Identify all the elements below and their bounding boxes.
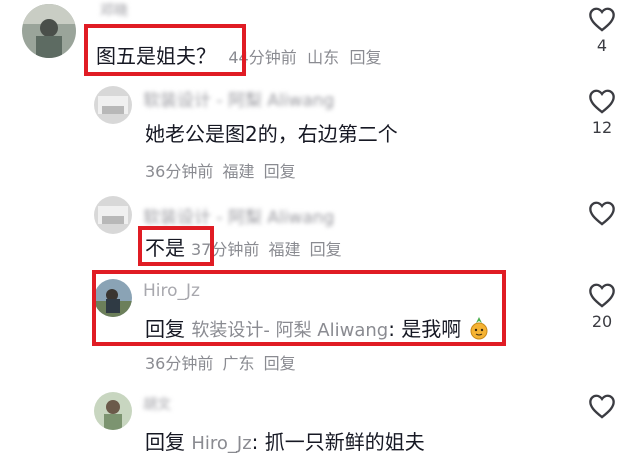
comment-location: 福建 xyxy=(268,240,301,259)
comment-time: 37分钟前 xyxy=(191,240,260,259)
like-button[interactable] xyxy=(580,393,624,423)
avatar[interactable] xyxy=(94,196,132,234)
comment-username[interactable]: 软装设计 - 阿梨 Aliwang xyxy=(143,86,334,111)
reply-prefix: 回复 xyxy=(145,430,185,454)
avatar[interactable] xyxy=(94,392,132,430)
comment-username[interactable]: 邓晓 xyxy=(100,0,128,20)
comment-time: 44分钟前 xyxy=(228,48,297,67)
reply-button[interactable]: 回复 xyxy=(264,354,296,373)
comment-time: 36分钟前 xyxy=(145,162,214,181)
like-button[interactable]: 12 xyxy=(580,88,624,137)
comment-text: 回复 Hiro_Jz: 抓一只新鲜的姐夫 xyxy=(145,426,425,455)
comment-body: : 是我啊 xyxy=(388,317,462,341)
comment-meta: 37分钟前 福建 回复 xyxy=(191,236,346,260)
comment-body: 她老公是图2的，右边第二个 xyxy=(145,122,398,146)
reply-button[interactable]: 回复 xyxy=(349,48,381,67)
avatar[interactable] xyxy=(94,86,132,124)
heart-icon xyxy=(589,201,615,226)
avatar[interactable] xyxy=(22,4,76,58)
comment-location: 山东 xyxy=(307,48,340,67)
reply-button[interactable]: 回复 xyxy=(310,240,342,259)
comment-body: 不是 xyxy=(145,236,185,260)
comment-body: : 抓一只新鲜的姐夫 xyxy=(251,430,425,454)
pineapple-emoji xyxy=(470,317,488,340)
like-count: 4 xyxy=(596,36,608,55)
comment-text: 回复 软装设计- 阿梨 Aliwang: 是我啊 xyxy=(145,313,490,342)
reply-prefix: 回复 xyxy=(145,317,185,341)
like-count: 12 xyxy=(591,118,613,137)
comment-body: 图五是姐夫？ xyxy=(96,44,216,68)
like-button[interactable] xyxy=(580,200,624,230)
avatar[interactable] xyxy=(94,279,132,317)
mention-link[interactable]: 软装设计- 阿梨 Aliwang xyxy=(191,320,388,341)
heart-icon xyxy=(589,7,615,32)
reply-button[interactable]: 回复 xyxy=(264,162,296,181)
comment-text: 图五是姐夫？ 44分钟前 山东 回复 xyxy=(96,40,381,69)
like-count: 20 xyxy=(591,312,613,331)
comment-username[interactable]: 软装设计 - 阿梨 Aliwang xyxy=(143,203,334,228)
like-button[interactable]: 20 xyxy=(580,282,624,331)
heart-icon xyxy=(589,89,615,114)
comment-location: 广东 xyxy=(222,354,255,373)
like-button[interactable]: 4 xyxy=(580,6,624,55)
heart-icon xyxy=(589,394,615,419)
comment-username[interactable]: 胡文 xyxy=(143,394,171,414)
comment-username[interactable]: Hiro_Jz xyxy=(143,281,200,301)
heart-icon xyxy=(589,283,615,308)
comment-meta: 36分钟前 福建 回复 xyxy=(145,158,300,182)
mention-link[interactable]: Hiro_Jz xyxy=(191,433,251,454)
comment-meta: 36分钟前 广东 回复 xyxy=(145,350,300,374)
comment-location: 福建 xyxy=(222,162,255,181)
comment-time: 36分钟前 xyxy=(145,354,214,373)
